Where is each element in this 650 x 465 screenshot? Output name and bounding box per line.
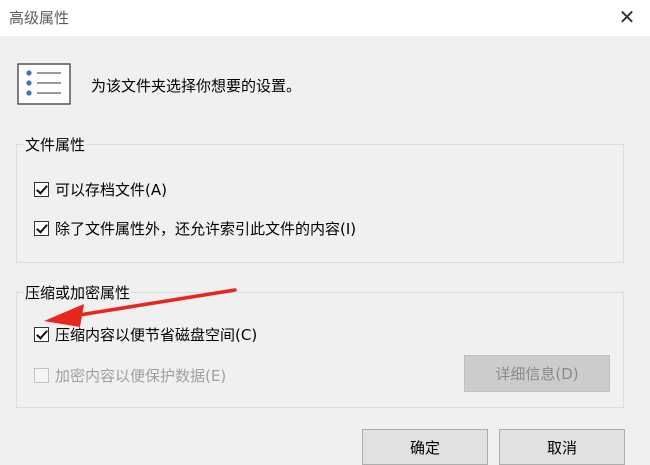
compress-encrypt-title: 压缩或加密属性	[24, 282, 132, 303]
encrypt-label: 加密内容以便保护数据(E)	[55, 367, 227, 385]
file-attributes-group	[16, 144, 624, 263]
compress-label: 压缩内容以便节省磁盘空间(C)	[55, 326, 258, 344]
header-description: 为该文件夹选择你想要的设置。	[91, 77, 302, 95]
compress-option[interactable]: 压缩内容以便节省磁盘空间(C)	[34, 324, 257, 345]
compress-checkbox[interactable]	[34, 327, 49, 342]
index-label: 除了文件属性外，还允许索引此文件的内容(I)	[55, 220, 357, 238]
encrypt-option[interactable]: 加密内容以便保护数据(E)	[34, 365, 226, 386]
archive-option[interactable]: 可以存档文件(A)	[34, 179, 167, 200]
encrypt-checkbox[interactable]	[34, 368, 49, 383]
file-attributes-title: 文件属性	[24, 134, 87, 155]
index-checkbox[interactable]	[34, 221, 49, 236]
settings-list-icon	[17, 63, 71, 105]
cancel-button[interactable]: 取消	[499, 429, 625, 465]
title-bar: 高级属性 ✕	[0, 0, 650, 36]
ok-button[interactable]: 确定	[362, 429, 488, 465]
index-option[interactable]: 除了文件属性外，还允许索引此文件的内容(I)	[34, 218, 356, 239]
details-button[interactable]: 详细信息(D)	[464, 355, 610, 392]
window-title: 高级属性	[9, 9, 70, 27]
archive-label: 可以存档文件(A)	[55, 181, 167, 199]
close-icon[interactable]: ✕	[614, 4, 640, 30]
archive-checkbox[interactable]	[34, 182, 49, 197]
